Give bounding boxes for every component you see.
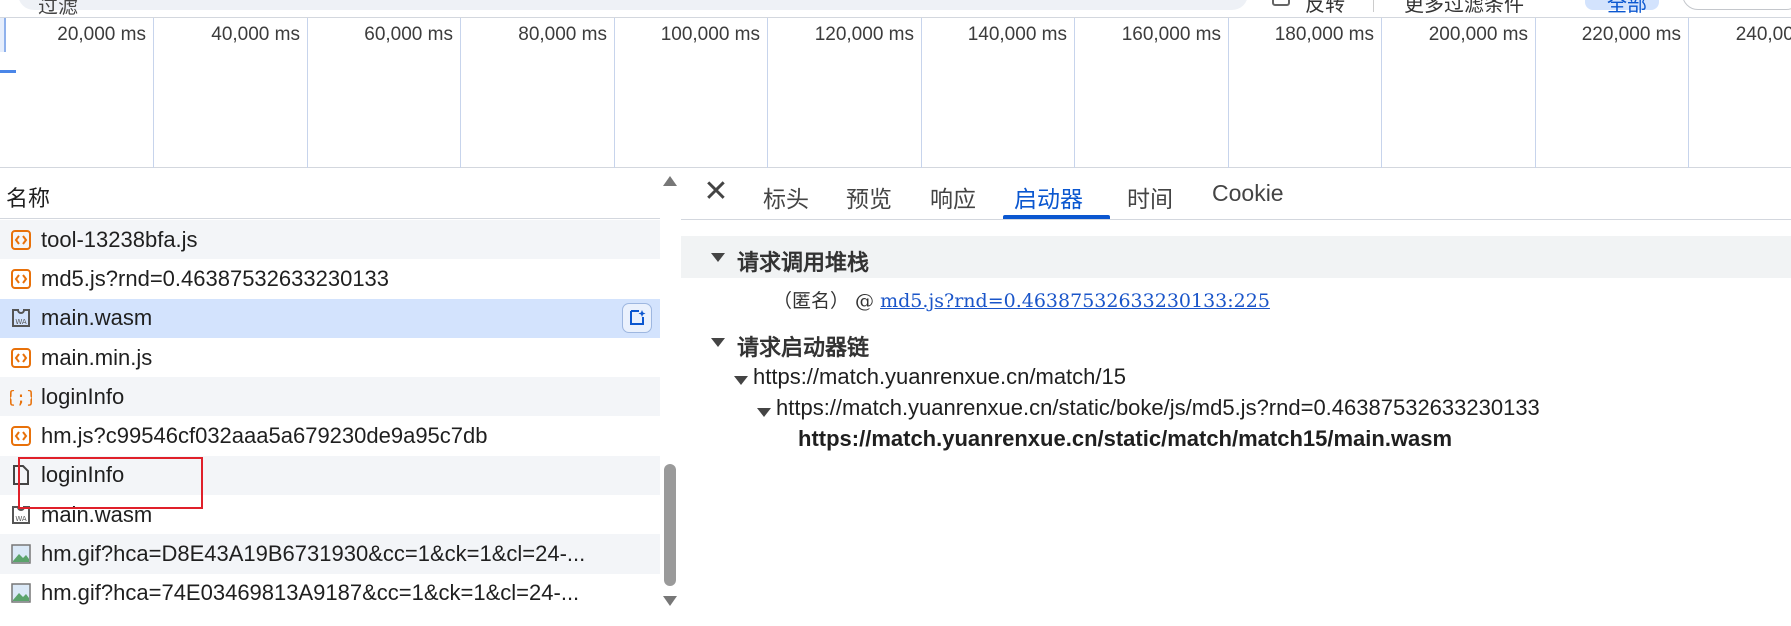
tab-response[interactable]: 响应 — [930, 180, 976, 214]
request-name: hm.gif?hca=D8E43A19B6731930&cc=1&ck=1&cl… — [41, 541, 586, 567]
close-icon[interactable]: ✕ — [703, 177, 729, 207]
request-row[interactable]: hm.gif?hca=74E03469813A9187&cc=1&ck=1&cl… — [0, 574, 660, 613]
filter-toolbar: 过滤 反转 更多过滤条件 全部 — [0, 0, 1791, 18]
request-row[interactable]: hm.gif?hca=D8E43A19B6731930&cc=1&ck=1&cl… — [0, 534, 660, 574]
request-name: main.wasm — [41, 305, 153, 331]
wasm-icon: WA — [10, 307, 32, 329]
timeline-gridline — [153, 18, 154, 168]
request-row[interactable]: tool-13238bfa.js — [0, 220, 660, 260]
request-name: hm.gif?hca=74E03469813A9187&cc=1&ck=1&cl… — [41, 580, 580, 606]
request-name: tool-13238bfa.js — [41, 226, 198, 252]
timeline-tick-label: 240,000 ms — [1735, 24, 1791, 45]
invert-checkbox[interactable] — [1272, 0, 1290, 6]
chain-item-current[interactable]: https://match.yuanrenxue.cn/static/match… — [798, 426, 1452, 452]
scroll-up-arrow-icon[interactable] — [663, 176, 677, 186]
chain-item-root[interactable]: https://match.yuanrenxue.cn/match/15 — [753, 364, 1126, 390]
filter-input[interactable] — [18, 0, 1248, 10]
filter-all-label: 全部 — [1607, 0, 1647, 16]
timeline-gridline — [1074, 18, 1075, 168]
script-icon — [10, 268, 32, 290]
request-row[interactable]: {;} loginInfo — [0, 377, 660, 417]
tab-headers[interactable]: 标头 — [763, 180, 809, 214]
json-icon: {;} — [10, 386, 32, 408]
stack-frame-link[interactable]: md5.js?rnd=0.46387532633230133:225 — [880, 290, 1270, 312]
timeline-tick-label: 20,000 ms — [57, 24, 146, 45]
timeline-tick-label: 120,000 ms — [814, 24, 914, 45]
scrollbar-thumb[interactable] — [664, 464, 676, 586]
timeline-tick-label: 80,000 ms — [518, 24, 607, 45]
request-detail-panel: ✕ 标头 预览 响应 启动器 时间 Cookie 请求调用堆栈 （匿名） @ m… — [681, 168, 1791, 626]
tab-preview[interactable]: 预览 — [846, 180, 892, 214]
timeline-tick-label: 180,000 ms — [1274, 24, 1374, 45]
stack-frame: （匿名） @ md5.js?rnd=0.46387532633230133:22… — [773, 286, 1270, 313]
filter-placeholder: 过滤 — [38, 0, 78, 18]
network-overview-timeline[interactable]: 20,000 ms 40,000 ms 60,000 ms 80,000 ms 100,… — [0, 18, 1791, 168]
list-scrollbar[interactable] — [660, 168, 681, 626]
stack-frame-function: （匿名） @ — [773, 290, 881, 312]
invert-label: 反转 — [1305, 0, 1345, 16]
request-name: loginInfo — [41, 383, 125, 409]
chain-expand-triangle-icon[interactable] — [734, 376, 748, 385]
timeline-gridline — [767, 18, 768, 168]
timeline-gridline — [614, 18, 615, 168]
request-rows: tool-13238bfa.js md5.js?rnd=0.46387532633… — [0, 220, 660, 613]
more-filters-dropdown[interactable]: 更多过滤条件 — [1404, 0, 1524, 17]
tab-cookies[interactable]: Cookie — [1212, 180, 1284, 207]
timeline-gridline — [1688, 18, 1689, 168]
detail-tabbar: ✕ 标头 预览 响应 启动器 时间 Cookie — [681, 168, 1791, 220]
svg-text:WA: WA — [15, 515, 27, 523]
timeline-tick-label: 140,000 ms — [967, 24, 1067, 45]
script-icon — [10, 347, 32, 369]
timeline-tick-label: 60,000 ms — [364, 24, 453, 45]
timeline-gridline — [1535, 18, 1536, 168]
timeline-gridline — [1228, 18, 1229, 168]
active-tab-indicator — [1003, 215, 1110, 219]
timeline-gridline — [307, 18, 308, 168]
request-list: 名称 tool-13238bfa.js md5.js?rnd=0.46387532… — [0, 168, 681, 626]
image-icon — [10, 543, 32, 565]
timeline-gridline — [1381, 18, 1382, 168]
script-icon — [10, 229, 32, 251]
timeline-tick-label: 200,000 ms — [1428, 24, 1528, 45]
svg-text:WA: WA — [15, 318, 27, 326]
collapse-triangle-icon[interactable] — [711, 253, 725, 262]
ai-insight-icon[interactable] — [622, 302, 652, 333]
request-row[interactable]: hm.js?c99546cf032aaa5a679230de9a95c7db — [0, 416, 660, 455]
scroll-down-arrow-icon[interactable] — [663, 596, 677, 606]
timeline-gridline — [921, 18, 922, 168]
timeline-tick-label: 220,000 ms — [1581, 24, 1681, 45]
request-row[interactable]: main.min.js — [0, 338, 660, 377]
chain-section-title: 请求启动器链 — [737, 335, 870, 360]
chain-expand-triangle-icon[interactable] — [757, 408, 771, 417]
chain-item-md5[interactable]: https://match.yuanrenxue.cn/static/boke/… — [776, 395, 1540, 421]
svg-text:{;}: {;} — [10, 388, 32, 408]
request-row[interactable]: md5.js?rnd=0.46387532633230133 — [0, 259, 660, 298]
timeline-gridline — [460, 18, 461, 168]
stack-section-title: 请求调用堆栈 — [737, 250, 870, 275]
stack-section-header[interactable]: 请求调用堆栈 — [681, 236, 1791, 278]
toolbar-divider — [1373, 0, 1374, 12]
request-name: main.min.js — [41, 344, 153, 370]
request-name: md5.js?rnd=0.46387532633230133 — [41, 265, 390, 291]
tab-timing[interactable]: 时间 — [1127, 180, 1173, 214]
timeline-tick-label: 160,000 ms — [1121, 24, 1221, 45]
column-header-label: 名称 — [6, 186, 51, 211]
chain-section-header[interactable]: 请求启动器链 — [681, 321, 1791, 363]
image-icon — [10, 582, 32, 604]
timeline-range-handle[interactable] — [0, 18, 6, 52]
column-header-name[interactable]: 名称 — [0, 168, 660, 219]
timeline-tick-label: 40,000 ms — [211, 24, 300, 45]
collapse-triangle-icon[interactable] — [711, 338, 725, 347]
timeline-request-bar — [0, 70, 16, 73]
request-row[interactable]: WA main.wasm — [0, 298, 660, 338]
red-highlight-box — [18, 457, 203, 509]
timeline-tick-label: 100,000 ms — [660, 24, 760, 45]
resource-type-dropdown[interactable] — [1682, 0, 1791, 10]
request-name: hm.js?c99546cf032aaa5a679230de9a95c7db — [41, 423, 488, 449]
script-icon — [10, 425, 32, 447]
tab-initiator[interactable]: 启动器 — [1014, 180, 1083, 214]
